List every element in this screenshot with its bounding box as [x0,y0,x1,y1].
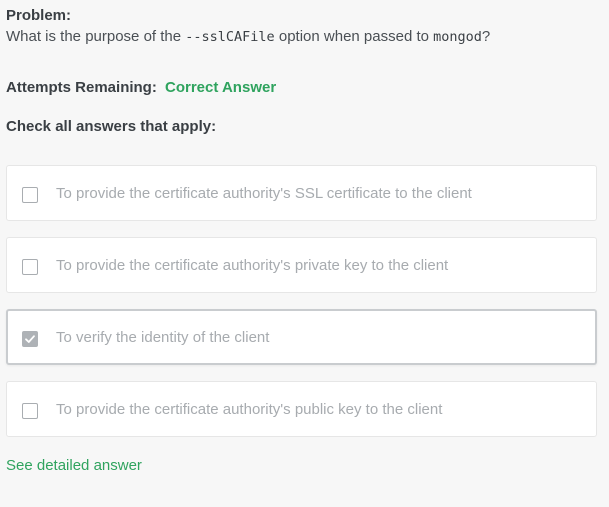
problem-question: What is the purpose of the --sslCAFile o… [6,27,597,47]
option-label: To verify the identity of the client [56,328,270,346]
program-code: mongod [433,29,482,45]
attempts-status: Correct Answer [165,79,277,96]
option-checkbox-checked[interactable] [22,331,38,347]
option-checkbox[interactable] [22,403,38,419]
question-suffix: ? [481,28,491,45]
checkmark-icon [25,335,35,343]
answer-options: To provide the certificate authority's S… [6,165,597,453]
answer-option[interactable]: To provide the certificate authority's p… [6,237,597,293]
problem-heading: Problem: [6,7,72,24]
question-prefix: What is the purpose of the [6,28,186,45]
answer-option[interactable]: To provide the certificate authority's p… [6,381,597,437]
answer-instructions: Check all answers that apply: [6,118,217,135]
answer-option[interactable]: To provide the certificate authority's S… [6,165,597,221]
question-middle: option when passed to [274,28,434,45]
option-checkbox[interactable] [22,259,38,275]
option-label: To provide the certificate authority's p… [56,256,449,274]
option-code: --sslCAFile [185,29,275,45]
option-checkbox[interactable] [22,187,38,203]
problem-panel: Problem: What is the purpose of the --ss… [0,0,609,507]
attempts-row: Attempts Remaining: Correct Answer [6,78,597,98]
attempts-label: Attempts Remaining: [6,79,157,96]
answer-option-selected[interactable]: To verify the identity of the client [6,309,597,365]
option-label: To provide the certificate authority's S… [56,184,472,202]
option-label: To provide the certificate authority's p… [56,400,443,418]
see-detailed-answer-link[interactable]: See detailed answer [6,456,142,476]
